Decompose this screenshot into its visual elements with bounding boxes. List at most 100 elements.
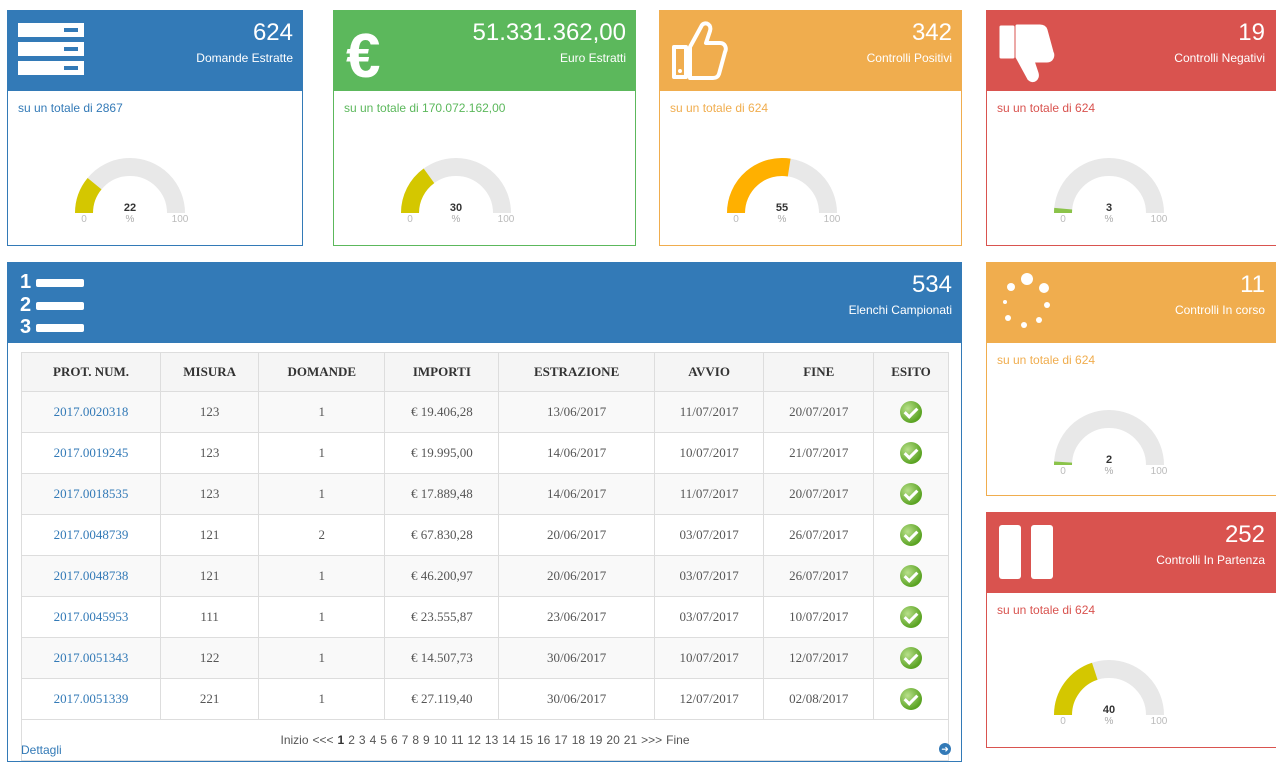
pager-page-link[interactable]: 6	[391, 733, 398, 747]
table-cell: 1	[258, 678, 386, 720]
gauge-min: 0	[81, 214, 87, 225]
pager-page-link[interactable]: 3	[359, 733, 366, 747]
pager-page-link[interactable]: 21	[624, 733, 637, 747]
check-ok-icon	[900, 606, 923, 628]
table-row[interactable]: 2017.0051343 122 1 € 14.507,73 30/06/2017 10/…	[20, 637, 949, 679]
pager-page-link[interactable]: 18	[572, 733, 585, 747]
prot-num-link[interactable]: 2017.0051339	[20, 678, 162, 720]
pager-page-link[interactable]: 10	[434, 733, 447, 747]
table-cell: 20/06/2017	[498, 514, 655, 556]
column-header[interactable]: FINE	[763, 352, 875, 392]
card-value: 252	[1224, 521, 1265, 548]
column-header[interactable]: ESTRAZIONE	[498, 352, 655, 392]
pager-next-link[interactable]: >>>	[641, 733, 662, 747]
pager-page-link[interactable]: 1	[338, 733, 345, 747]
gauge: 3% 0 100	[1047, 149, 1177, 239]
pager-page-link[interactable]: 4	[370, 733, 377, 747]
table-row[interactable]: 2017.0018535 123 1 € 17.889,48 14/06/2017 11/…	[20, 473, 949, 515]
pager-page-link[interactable]: 20	[606, 733, 619, 747]
table-cell: 10/07/2017	[653, 432, 765, 474]
column-header[interactable]: MISURA	[160, 352, 260, 392]
prot-num-link[interactable]: 2017.0048739	[20, 514, 162, 556]
pagination: Inizio <<< 1 2 3 4 5 6 7 8 9 10 11 12 13 14 15 16 17 18 19 20…	[21, 719, 949, 761]
pause-icon	[999, 525, 1053, 579]
pager-prev-link[interactable]: <<<	[313, 733, 334, 747]
table-row[interactable]: 2017.0051339 221 1 € 27.119,40 30/06/2017 12/…	[20, 678, 949, 720]
prot-num-link[interactable]: 2017.0018535	[20, 473, 162, 515]
esito-cell	[873, 637, 949, 679]
gauge-value: 30	[450, 202, 462, 214]
table-row[interactable]: 2017.0020318 123 1 € 19.406,28 13/06/2017 11/…	[20, 391, 949, 433]
pager-page-link[interactable]: 11	[451, 733, 463, 747]
table-cell: 123	[160, 432, 260, 474]
card-total: su un totale di 624	[997, 603, 1096, 617]
table-cell: 03/07/2017	[653, 555, 765, 597]
card-label: Controlli In Partenza	[1156, 553, 1265, 567]
gauge-chart: 22% 0 100	[75, 158, 189, 225]
pager-page-link[interactable]: 14	[502, 733, 515, 747]
card-controlli-positivi: 342 Controlli Positivi su un totale di 6…	[659, 10, 962, 246]
table-row[interactable]: 2017.0048739 121 2 € 67.830,28 20/06/2017 03/…	[20, 514, 949, 556]
gauge-unit: %	[1105, 466, 1114, 477]
gauge-min: 0	[1060, 716, 1066, 727]
arrow-right-icon[interactable]: ➜	[939, 743, 951, 755]
esito-cell	[873, 473, 949, 515]
prot-num-link[interactable]: 2017.0020318	[20, 391, 162, 433]
gauge-unit: %	[126, 214, 135, 225]
prot-num-link[interactable]: 2017.0048738	[20, 555, 162, 597]
spinner-icon	[1003, 273, 1050, 328]
gauge-unit: %	[452, 214, 461, 225]
column-header[interactable]: ESITO	[873, 352, 949, 392]
gauge-min: 0	[1060, 466, 1066, 477]
card-total: su un totale di 624	[670, 101, 769, 115]
details-link[interactable]: Dettagli	[21, 743, 62, 757]
pager-page-link[interactable]: 9	[423, 733, 430, 747]
card-total: su un totale di 624	[997, 353, 1096, 367]
gauge-min: 0	[1060, 214, 1066, 225]
prot-num-link[interactable]: 2017.0045953	[20, 596, 162, 638]
pager-page-link[interactable]: 12	[468, 733, 481, 747]
pager-page-link[interactable]: 7	[402, 733, 409, 747]
column-header[interactable]: PROT. NUM.	[20, 352, 162, 392]
pager-page-link[interactable]: 13	[485, 733, 498, 747]
prot-num-link[interactable]: 2017.0051343	[20, 637, 162, 679]
table-cell: 20/07/2017	[763, 391, 875, 433]
table-cell: € 67.830,28	[384, 514, 500, 556]
pager-page-link[interactable]: 5	[380, 733, 387, 747]
check-ok-icon	[900, 401, 923, 423]
pager-page-link[interactable]: 17	[554, 733, 567, 747]
table-cell: 1	[258, 596, 386, 638]
card-label: Controlli In corso	[1174, 303, 1265, 317]
table-cell: 13/06/2017	[498, 391, 655, 433]
table-cell: 30/06/2017	[498, 678, 655, 720]
table-header-row: PROT. NUM. MISURA DOMANDE IMPORTI ESTRAZIONE…	[20, 352, 949, 392]
column-header[interactable]: IMPORTI	[384, 352, 500, 392]
column-header[interactable]: AVVIO	[653, 352, 765, 392]
table-row[interactable]: 2017.0048738 121 1 € 46.200,97 20/06/2017 03/…	[20, 555, 949, 597]
pager-page-link[interactable]: 2	[348, 733, 355, 747]
table-cell: 123	[160, 391, 260, 433]
pager-last-link[interactable]: Fine	[666, 733, 689, 747]
pager-page-link[interactable]: 16	[537, 733, 550, 747]
table-cell: 1	[258, 637, 386, 679]
gauge-chart: 2% 0 100	[1054, 410, 1168, 477]
column-header[interactable]: DOMANDE	[258, 352, 386, 392]
table-cell: 03/07/2017	[653, 596, 765, 638]
table-cell: 26/07/2017	[763, 514, 875, 556]
table-row[interactable]: 2017.0045953 111 1 € 23.555,87 23/06/2017 03/…	[20, 596, 949, 638]
gauge-unit: %	[1105, 716, 1114, 727]
table-cell: 30/06/2017	[498, 637, 655, 679]
prot-num-link[interactable]: 2017.0019245	[20, 432, 162, 474]
table-cell: 1	[258, 473, 386, 515]
pager-page-link[interactable]: 19	[589, 733, 602, 747]
pager-page-link[interactable]: 15	[520, 733, 533, 747]
pager-page-link[interactable]: 8	[412, 733, 419, 747]
pager-first-link[interactable]: Inizio	[280, 733, 308, 747]
gauge-chart: 55% 0 100	[727, 158, 841, 225]
table-row[interactable]: 2017.0019245 123 1 € 19.995,00 14/06/2017 10/…	[20, 432, 949, 474]
card-domande-estratte: 624 Domande Estratte su un totale di 286…	[7, 10, 303, 246]
card-header: € 51.331.362,00 Euro Estratti	[334, 11, 635, 91]
card-label: Domande Estratte	[196, 51, 293, 65]
gauge: 55% 0 100	[720, 149, 850, 239]
list-header: 1 2 3 534 Elenchi Campionati	[8, 263, 961, 343]
